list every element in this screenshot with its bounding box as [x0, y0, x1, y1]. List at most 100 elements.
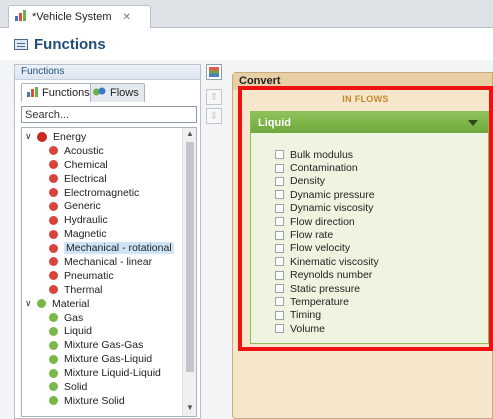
scroll-down-icon[interactable]: ▼ [183, 403, 196, 415]
close-icon[interactable]: ✕ [122, 12, 130, 23]
property-checkbox[interactable] [275, 190, 284, 200]
property-row: Contamination [275, 161, 379, 174]
tree-item[interactable]: Acoustic [22, 144, 182, 158]
tree-item[interactable]: Electromagnetic [22, 186, 182, 200]
tree-item[interactable]: Hydraulic [22, 213, 182, 227]
property-label: Density [290, 175, 326, 188]
tree-item-label: Magnetic [64, 228, 107, 241]
tree-category-label: Material [52, 297, 90, 310]
property-checkbox[interactable] [275, 203, 284, 213]
tree-item[interactable]: Gas [22, 311, 182, 325]
tree-item[interactable]: Mechanical - rotational [22, 241, 182, 255]
tree-item-label: Acoustic [64, 144, 104, 157]
flow-dot-icon [49, 188, 58, 197]
tree-item[interactable]: Generic [22, 199, 182, 213]
tree-item-label: Electrical [64, 172, 107, 185]
move-up-button[interactable]: ⇧ [206, 89, 222, 105]
tree-item[interactable]: Electrical [22, 172, 182, 186]
property-checkbox[interactable] [275, 217, 284, 227]
property-row: Reynolds number [275, 269, 379, 282]
property-label: Flow velocity [290, 242, 351, 255]
scrollbar-thumb[interactable] [186, 142, 194, 372]
property-label: Dynamic viscosity [290, 202, 374, 215]
tab-functions[interactable]: Functions [21, 83, 91, 102]
tree-item-label: Solid [64, 380, 88, 393]
tree-item[interactable]: Mixture Gas-Liquid [22, 352, 182, 366]
chevron-down-icon[interactable]: ∨ [25, 131, 37, 142]
tree-item-label: Mixture Liquid-Liquid [64, 367, 161, 380]
function-tree: ∨ Energy Acoustic Chemical Electrical Electro… [21, 127, 197, 417]
search-input[interactable] [21, 106, 197, 123]
move-down-button[interactable]: ⇩ [206, 108, 222, 124]
property-checkbox[interactable] [275, 176, 284, 186]
flow-dot-icon [49, 215, 58, 225]
tree-item-label: Hydraulic [64, 214, 108, 227]
flow-dot-icon [49, 271, 58, 281]
main-area: Functions Functions Flows Search... ∨ En… [0, 60, 493, 419]
flow-dot-icon [49, 326, 58, 336]
property-checkbox[interactable] [275, 297, 284, 307]
palette-button[interactable] [206, 64, 222, 80]
property-row: Static pressure [275, 282, 379, 295]
tree-item[interactable]: Mechanical - linear [22, 255, 182, 269]
tree-item[interactable]: Liquid [22, 324, 182, 338]
property-checkbox[interactable] [275, 150, 284, 160]
tree-category[interactable]: ∨ Material [22, 297, 182, 311]
palette-icon [209, 67, 219, 77]
tree-item-label: Mechanical - linear [64, 255, 153, 268]
property-checkbox[interactable] [275, 230, 284, 240]
scroll-up-icon[interactable]: ▲ [183, 129, 196, 141]
property-row: Temperature [275, 295, 379, 308]
property-checklist: Bulk modulus Contamination Density Dynamic … [275, 148, 379, 335]
category-dot-icon [37, 131, 47, 142]
flow-dot-icon [49, 382, 58, 392]
tree-item[interactable]: Solid [22, 380, 182, 394]
tree-item[interactable]: Mixture Solid [22, 394, 182, 408]
flow-dot-icon [49, 257, 58, 267]
tree-item[interactable]: Mixture Liquid-Liquid [22, 366, 182, 380]
tree-item-label: Mixture Gas-Gas [64, 339, 144, 352]
property-row: Kinematic viscosity [275, 255, 379, 268]
tree-item-label: Mixture Gas-Liquid [64, 353, 153, 366]
property-row: Bulk modulus [275, 148, 379, 161]
property-checkbox[interactable] [275, 310, 284, 320]
property-row: Volume [275, 322, 379, 335]
tree-item-label: Mixture Solid [64, 394, 125, 407]
liquid-flow-group: Liquid Bulk modulus Contamination Density D… [250, 111, 489, 344]
property-label: Kinematic viscosity [290, 255, 379, 268]
tree-category-label: Energy [53, 130, 87, 143]
tree-scrollbar[interactable]: ▲ ▼ [182, 128, 196, 416]
functions-icon [27, 86, 38, 100]
flow-dot-icon [49, 368, 58, 378]
flow-dot-icon [49, 160, 58, 170]
tree-item[interactable]: Magnetic [22, 227, 182, 241]
property-checkbox[interactable] [275, 284, 284, 294]
flow-dot-icon [49, 174, 58, 184]
property-label: Static pressure [290, 282, 361, 295]
tree-item[interactable]: Mixture Gas-Gas [22, 338, 182, 352]
flow-dot-icon [49, 354, 58, 364]
collapse-triangle-icon[interactable] [468, 119, 478, 126]
property-checkbox[interactable] [275, 324, 284, 334]
property-checkbox[interactable] [275, 243, 284, 253]
property-label: Volume [290, 322, 326, 335]
property-label: Timing [290, 309, 322, 322]
property-row: Flow direction [275, 215, 379, 228]
liquid-group-title: Liquid [258, 116, 291, 129]
property-checkbox[interactable] [275, 163, 284, 173]
flow-dot-icon [49, 229, 58, 239]
property-row: Flow velocity [275, 242, 379, 255]
page-title: Functions [34, 35, 106, 53]
property-checkbox[interactable] [275, 257, 284, 267]
property-checkbox[interactable] [275, 270, 284, 280]
tab-flows[interactable]: Flows [87, 83, 145, 102]
tree-item[interactable]: Thermal [22, 283, 182, 297]
tree-item[interactable]: Pneumatic [22, 269, 182, 283]
list-icon [14, 38, 28, 50]
tree-category[interactable]: ∨ Energy [22, 130, 182, 144]
liquid-group-header[interactable]: Liquid [251, 112, 488, 133]
editor-tab-vehicle-system[interactable]: *Vehicle System ✕ [8, 5, 151, 28]
chevron-down-icon[interactable]: ∨ [25, 298, 37, 309]
property-label: Bulk modulus [290, 148, 354, 161]
tree-item[interactable]: Chemical [22, 158, 182, 172]
